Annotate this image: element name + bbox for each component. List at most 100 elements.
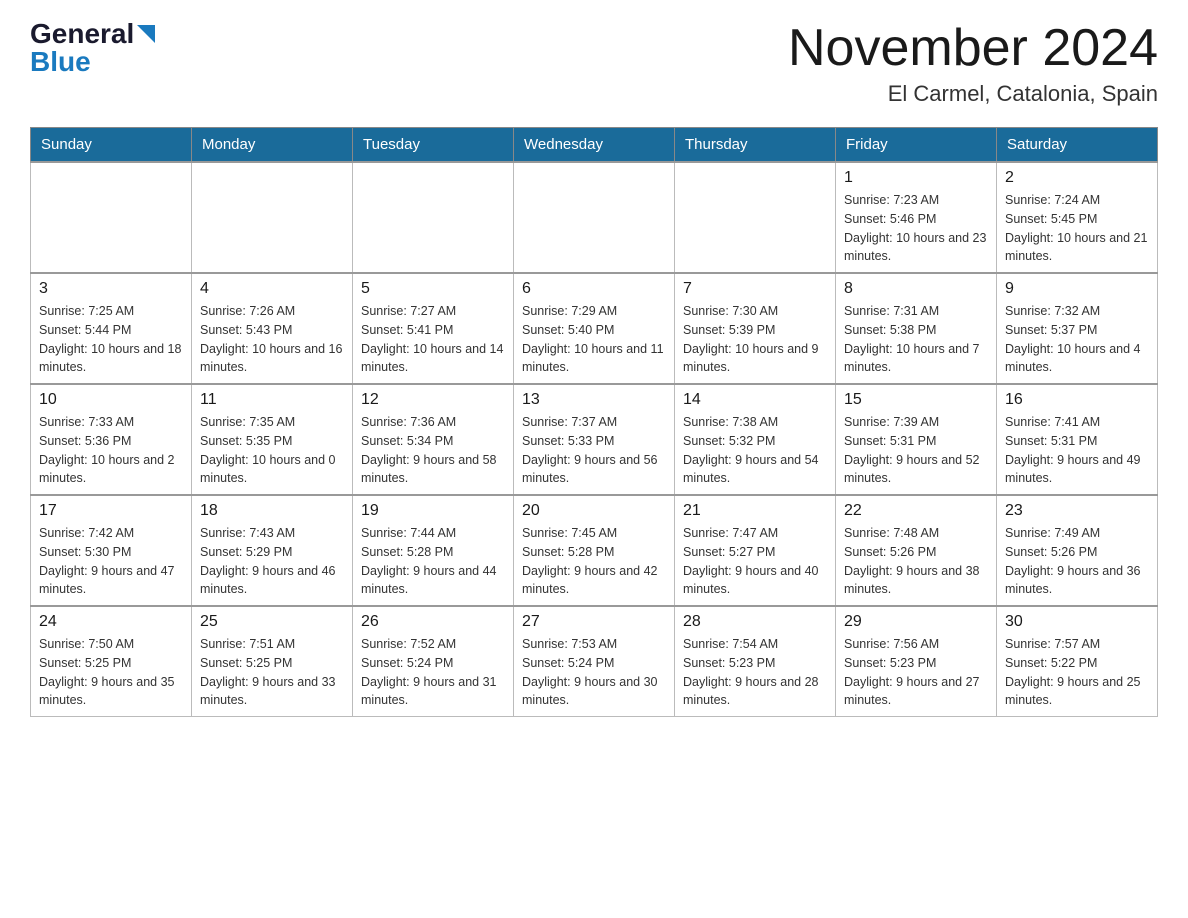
day-info: Sunrise: 7:50 AMSunset: 5:25 PMDaylight:…: [39, 635, 183, 710]
day-number: 16: [1005, 391, 1149, 409]
location-title: El Carmel, Catalonia, Spain: [788, 81, 1158, 107]
day-info: Sunrise: 7:27 AMSunset: 5:41 PMDaylight:…: [361, 302, 505, 377]
calendar-cell: 11Sunrise: 7:35 AMSunset: 5:35 PMDayligh…: [192, 384, 353, 495]
week-row-4: 17Sunrise: 7:42 AMSunset: 5:30 PMDayligh…: [31, 495, 1158, 606]
day-number: 28: [683, 613, 827, 631]
day-number: 15: [844, 391, 988, 409]
calendar-cell: 27 Sunrise: 7:53 AMSunset: 5:24 PMDayligh…: [514, 606, 675, 717]
calendar-cell: 28 Sunrise: 7:54 AMSunset: 5:23 PMDayligh…: [675, 606, 836, 717]
day-info: Sunrise: 7:32 AMSunset: 5:37 PMDaylight:…: [1005, 302, 1149, 377]
day-info: Sunrise: 7:33 AMSunset: 5:36 PMDaylight:…: [39, 413, 183, 488]
day-info: Sunrise: 7:41 AMSunset: 5:31 PMDaylight:…: [1005, 413, 1149, 488]
calendar-cell: 13 Sunrise: 7:37 AMSunset: 5:33 PMDayligh…: [514, 384, 675, 495]
day-info: Sunrise: 7:31 AMSunset: 5:38 PMDaylight:…: [844, 302, 988, 377]
calendar-cell: 9 Sunrise: 7:32 AMSunset: 5:37 PMDaylight…: [997, 273, 1158, 384]
day-info: Sunrise: 7:54 AMSunset: 5:23 PMDaylight:…: [683, 635, 827, 710]
day-number: 5: [361, 280, 505, 298]
day-info: Sunrise: 7:42 AMSunset: 5:30 PMDaylight:…: [39, 524, 183, 599]
calendar-cell: 1Sunrise: 7:23 AMSunset: 5:46 PMDaylight…: [836, 162, 997, 273]
day-number: 1: [844, 169, 988, 187]
week-row-2: 3 Sunrise: 7:25 AMSunset: 5:44 PMDaylight…: [31, 273, 1158, 384]
week-row-1: 1Sunrise: 7:23 AMSunset: 5:46 PMDaylight…: [31, 162, 1158, 273]
calendar-cell: 30Sunrise: 7:57 AMSunset: 5:22 PMDayligh…: [997, 606, 1158, 717]
day-info: Sunrise: 7:36 AMSunset: 5:34 PMDaylight:…: [361, 413, 505, 488]
logo-triangle-icon: [137, 25, 155, 48]
day-number: 4: [200, 280, 344, 298]
weekday-header-wednesday: Wednesday: [514, 128, 675, 163]
day-number: 30: [1005, 613, 1149, 631]
calendar-cell: 8 Sunrise: 7:31 AMSunset: 5:38 PMDaylight…: [836, 273, 997, 384]
day-info: Sunrise: 7:48 AMSunset: 5:26 PMDaylight:…: [844, 524, 988, 599]
calendar-cell: [192, 162, 353, 273]
calendar-cell: 19 Sunrise: 7:44 AMSunset: 5:28 PMDayligh…: [353, 495, 514, 606]
day-number: 11: [200, 391, 344, 409]
calendar-cell: 5 Sunrise: 7:27 AMSunset: 5:41 PMDaylight…: [353, 273, 514, 384]
calendar-cell: 29Sunrise: 7:56 AMSunset: 5:23 PMDayligh…: [836, 606, 997, 717]
calendar-cell: 16 Sunrise: 7:41 AMSunset: 5:31 PMDayligh…: [997, 384, 1158, 495]
logo-general-text: General: [30, 20, 134, 48]
day-number: 9: [1005, 280, 1149, 298]
calendar-cell: 15 Sunrise: 7:39 AMSunset: 5:31 PMDayligh…: [836, 384, 997, 495]
weekday-header-friday: Friday: [836, 128, 997, 163]
week-row-5: 24 Sunrise: 7:50 AMSunset: 5:25 PMDayligh…: [31, 606, 1158, 717]
logo-blue-line: Blue: [30, 48, 91, 76]
day-info: Sunrise: 7:43 AMSunset: 5:29 PMDaylight:…: [200, 524, 344, 599]
day-info: Sunrise: 7:49 AMSunset: 5:26 PMDaylight:…: [1005, 524, 1149, 599]
calendar-cell: 23 Sunrise: 7:49 AMSunset: 5:26 PMDayligh…: [997, 495, 1158, 606]
day-info: Sunrise: 7:26 AMSunset: 5:43 PMDaylight:…: [200, 302, 344, 377]
day-info: Sunrise: 7:37 AMSunset: 5:33 PMDaylight:…: [522, 413, 666, 488]
day-info: Sunrise: 7:51 AMSunset: 5:25 PMDaylight:…: [200, 635, 344, 710]
day-number: 6: [522, 280, 666, 298]
day-info: Sunrise: 7:56 AMSunset: 5:23 PMDaylight:…: [844, 635, 988, 710]
logo-blue-text: Blue: [30, 48, 91, 76]
calendar-cell: [514, 162, 675, 273]
day-info: Sunrise: 7:30 AMSunset: 5:39 PMDaylight:…: [683, 302, 827, 377]
calendar-cell: 6 Sunrise: 7:29 AMSunset: 5:40 PMDaylight…: [514, 273, 675, 384]
calendar-cell: 7Sunrise: 7:30 AMSunset: 5:39 PMDaylight…: [675, 273, 836, 384]
calendar-cell: 14 Sunrise: 7:38 AMSunset: 5:32 PMDayligh…: [675, 384, 836, 495]
calendar-cell: 20Sunrise: 7:45 AMSunset: 5:28 PMDayligh…: [514, 495, 675, 606]
day-number: 2: [1005, 169, 1149, 187]
calendar-cell: 17Sunrise: 7:42 AMSunset: 5:30 PMDayligh…: [31, 495, 192, 606]
calendar-cell: [31, 162, 192, 273]
weekday-header-row: SundayMondayTuesdayWednesdayThursdayFrid…: [31, 128, 1158, 163]
day-number: 3: [39, 280, 183, 298]
weekday-header-monday: Monday: [192, 128, 353, 163]
day-number: 26: [361, 613, 505, 631]
month-title: November 2024: [788, 20, 1158, 77]
calendar-cell: 12Sunrise: 7:36 AMSunset: 5:34 PMDayligh…: [353, 384, 514, 495]
calendar-cell: 3 Sunrise: 7:25 AMSunset: 5:44 PMDaylight…: [31, 273, 192, 384]
calendar-cell: 24 Sunrise: 7:50 AMSunset: 5:25 PMDayligh…: [31, 606, 192, 717]
day-number: 22: [844, 502, 988, 520]
logo: General Blue: [30, 20, 155, 76]
day-number: 21: [683, 502, 827, 520]
day-info: Sunrise: 7:53 AMSunset: 5:24 PMDaylight:…: [522, 635, 666, 710]
day-info: Sunrise: 7:25 AMSunset: 5:44 PMDaylight:…: [39, 302, 183, 377]
day-number: 13: [522, 391, 666, 409]
weekday-header-saturday: Saturday: [997, 128, 1158, 163]
weekday-header-sunday: Sunday: [31, 128, 192, 163]
day-number: 10: [39, 391, 183, 409]
day-info: Sunrise: 7:24 AMSunset: 5:45 PMDaylight:…: [1005, 191, 1149, 266]
day-info: Sunrise: 7:47 AMSunset: 5:27 PMDaylight:…: [683, 524, 827, 599]
day-info: Sunrise: 7:38 AMSunset: 5:32 PMDaylight:…: [683, 413, 827, 488]
calendar-cell: 4 Sunrise: 7:26 AMSunset: 5:43 PMDaylight…: [192, 273, 353, 384]
day-number: 24: [39, 613, 183, 631]
day-info: Sunrise: 7:45 AMSunset: 5:28 PMDaylight:…: [522, 524, 666, 599]
calendar-cell: 21 Sunrise: 7:47 AMSunset: 5:27 PMDayligh…: [675, 495, 836, 606]
day-info: Sunrise: 7:44 AMSunset: 5:28 PMDaylight:…: [361, 524, 505, 599]
day-info: Sunrise: 7:39 AMSunset: 5:31 PMDaylight:…: [844, 413, 988, 488]
calendar-cell: [353, 162, 514, 273]
title-block: November 2024 El Carmel, Catalonia, Spai…: [788, 20, 1158, 107]
day-info: Sunrise: 7:52 AMSunset: 5:24 PMDaylight:…: [361, 635, 505, 710]
day-number: 8: [844, 280, 988, 298]
calendar-cell: 22 Sunrise: 7:48 AMSunset: 5:26 PMDayligh…: [836, 495, 997, 606]
day-number: 27: [522, 613, 666, 631]
day-info: Sunrise: 7:29 AMSunset: 5:40 PMDaylight:…: [522, 302, 666, 377]
day-number: 19: [361, 502, 505, 520]
day-number: 25: [200, 613, 344, 631]
day-number: 23: [1005, 502, 1149, 520]
day-number: 14: [683, 391, 827, 409]
calendar-cell: 25 Sunrise: 7:51 AMSunset: 5:25 PMDayligh…: [192, 606, 353, 717]
calendar-cell: 26 Sunrise: 7:52 AMSunset: 5:24 PMDayligh…: [353, 606, 514, 717]
